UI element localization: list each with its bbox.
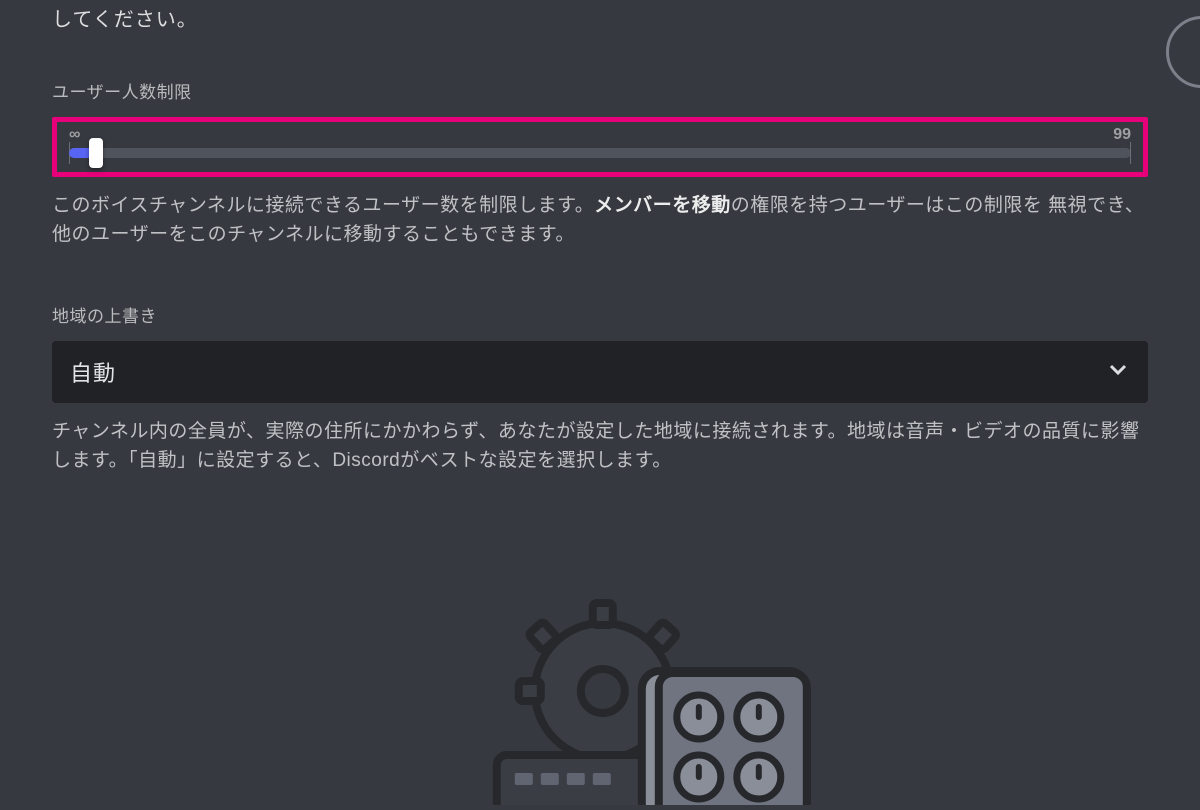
region-selected-value: 自動 (70, 356, 116, 388)
region-override-description: チャンネル内の全員が、実際の住所にかかわらず、あなたが設定した地域に接続されます… (52, 417, 1148, 476)
slider-max-label: 99 (1113, 126, 1131, 144)
user-limit-section: ユーザー人数制限 ∞ 99 このボイスチャンネルに接続できるユーザー数を制限しま… (52, 78, 1148, 250)
user-limit-slider-highlight: ∞ 99 (52, 117, 1148, 177)
region-override-select[interactable]: 自動 (52, 341, 1148, 403)
decorative-illustration (407, 595, 827, 810)
slider-ticks: ∞ 99 (69, 126, 1131, 146)
region-override-label: 地域の上書き (52, 302, 1148, 327)
slider-thumb[interactable] (89, 138, 103, 168)
truncated-instruction: してください。 (52, 0, 1148, 34)
chevron-down-icon (1106, 357, 1130, 386)
user-limit-description: このボイスチャンネルに接続できるユーザー数を制限します。メンバーを移動の権限を持… (52, 191, 1148, 250)
user-limit-label: ユーザー人数制限 (52, 78, 1148, 103)
slider-min-label: ∞ (69, 126, 80, 144)
region-override-section: 地域の上書き 自動 チャンネル内の全員が、実際の住所にかかわらず、あなたが設定し… (52, 302, 1148, 476)
user-limit-slider[interactable] (69, 148, 1131, 158)
